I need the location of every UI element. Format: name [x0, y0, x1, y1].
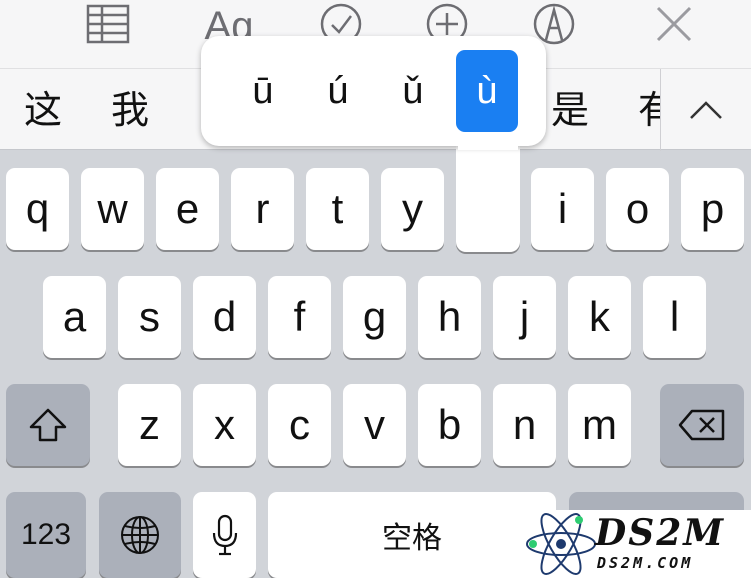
key-s[interactable]: s	[118, 276, 181, 358]
candidate-item[interactable]: 这	[24, 69, 62, 151]
key-r[interactable]: r	[231, 168, 294, 250]
microphone-icon	[212, 514, 237, 556]
key-a[interactable]: a	[43, 276, 106, 358]
atom-logo	[526, 513, 596, 575]
key-v[interactable]: v	[343, 384, 406, 466]
watermark-title: DS2M	[595, 512, 726, 554]
key-c[interactable]: c	[268, 384, 331, 466]
chevron-up-icon[interactable]	[661, 69, 751, 151]
globe-icon	[121, 516, 159, 554]
key-j[interactable]: j	[493, 276, 556, 358]
watermark-url: DS2M.COM	[597, 554, 694, 572]
candidate-item[interactable]: 有	[638, 69, 660, 151]
key-o[interactable]: o	[606, 168, 669, 250]
key-d[interactable]: d	[193, 276, 256, 358]
candidate-item[interactable]: 是	[551, 69, 589, 151]
accent-option-selected[interactable]: ù	[456, 50, 518, 132]
key-k[interactable]: k	[568, 276, 631, 358]
candidate-item[interactable]: 我	[111, 69, 149, 151]
accent-option[interactable]: ū	[232, 50, 294, 132]
accent-option[interactable]: ǔ	[382, 50, 444, 132]
space-key[interactable]: 空格	[268, 492, 556, 578]
key-g[interactable]: g	[343, 276, 406, 358]
accent-option[interactable]: ú	[307, 50, 369, 132]
key-f[interactable]: f	[268, 276, 331, 358]
key-t[interactable]: t	[306, 168, 369, 250]
close-icon[interactable]	[652, 0, 696, 48]
key-i[interactable]: i	[531, 168, 594, 250]
key-w[interactable]: w	[81, 168, 144, 250]
popup-joint	[458, 130, 518, 150]
key-l[interactable]: l	[643, 276, 706, 358]
key-h[interactable]: h	[418, 276, 481, 358]
key-z[interactable]: z	[118, 384, 181, 466]
microphone-key[interactable]	[193, 492, 256, 578]
table-icon[interactable]	[84, 0, 132, 48]
watermark: DS2M DS2M.COM	[515, 510, 751, 578]
key-p[interactable]: p	[681, 168, 744, 250]
shift-icon	[29, 408, 67, 442]
key-m[interactable]: m	[568, 384, 631, 466]
shift-key[interactable]	[6, 384, 90, 466]
key-q[interactable]: q	[6, 168, 69, 250]
key-b[interactable]: b	[418, 384, 481, 466]
key-x[interactable]: x	[193, 384, 256, 466]
key-y[interactable]: y	[381, 168, 444, 250]
delete-key[interactable]	[660, 384, 744, 466]
delete-icon	[678, 409, 725, 441]
globe-key[interactable]	[99, 492, 181, 578]
key-n[interactable]: n	[493, 384, 556, 466]
numbers-key[interactable]: 123	[6, 492, 86, 578]
popup-stem	[456, 140, 520, 252]
key-e[interactable]: e	[156, 168, 219, 250]
